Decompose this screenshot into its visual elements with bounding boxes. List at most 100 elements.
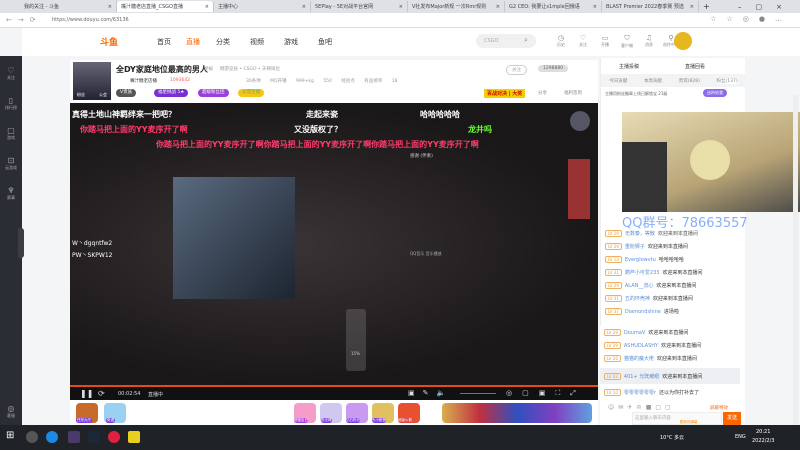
close-icon[interactable]: × [690, 4, 694, 10]
browser-tab[interactable]: G2 CEO: 我要让s1mple回俄语 × [505, 1, 602, 12]
screen-icon: ▭ [601, 34, 609, 42]
gift-adventure[interactable]: 奇遇 [104, 403, 126, 423]
play-time: 00:02:54 [118, 391, 141, 397]
side-activity-banner[interactable] [568, 159, 590, 219]
refresh-button[interactable]: ⟳ [98, 389, 105, 398]
overlay-name: PW丶SKPW12 [72, 252, 113, 259]
user-avatar[interactable] [674, 32, 692, 50]
douyu-logo[interactable]: 斗鱼 [100, 35, 130, 49]
close-icon[interactable]: × [205, 4, 209, 10]
nav-live[interactable]: 直播 [186, 37, 200, 47]
taskbar-app[interactable] [128, 431, 140, 443]
promo-banner[interactable]: 百战对决 | 大奖 [484, 89, 526, 98]
client-button[interactable]: ⛉ 客户端 [618, 34, 636, 49]
gift-diamond-fan[interactable]: 钻石粉丝 [346, 403, 368, 423]
gift-glowstick[interactable]: 荧光棒 [320, 403, 342, 423]
danmaku: 又没版权了？ [294, 125, 342, 134]
window-controls[interactable]: –▢× [738, 3, 800, 11]
close-icon[interactable]: × [302, 4, 306, 10]
gift-rocket[interactable]: 超级火箭 [398, 403, 420, 423]
close-icon[interactable]: × [399, 4, 403, 10]
browser-toolbar-icons[interactable]: ☆☆◎●… [710, 15, 792, 23]
heart-icon: ♡ [579, 34, 587, 42]
nav-games[interactable]: 游戏 [284, 37, 298, 47]
streamer-avatar[interactable]: 粉丝 公会 [73, 62, 111, 100]
shop-icon: ⛉ [624, 34, 630, 42]
steam-icon[interactable] [88, 431, 100, 443]
sidebar-item-follow[interactable]: ♡ 关注 [0, 66, 22, 81]
search-icon[interactable]: ⌕ [524, 36, 528, 45]
sidebar-item-support[interactable]: ◎ 客服 [0, 404, 22, 419]
chat-input[interactable]: 这里输入聊天内容 [632, 412, 722, 425]
player-tool-icons[interactable]: ▣✎🔈 [408, 389, 453, 397]
lucky-challenge-badge[interactable]: 福星挑战 5★ [154, 89, 189, 97]
notice-button[interactable]: 送的给我 [703, 89, 727, 97]
taskbar-app[interactable] [68, 431, 80, 443]
promo-badge[interactable]: 从而至播 [238, 89, 264, 97]
chat-tool-icons[interactable]: ☺✉✈♔■▢▢ [608, 404, 675, 411]
browser-tab[interactable]: 5EPlay - 5E对战平台官网 × [311, 1, 408, 12]
left-sidebar: ♡ 关注 ▯ 排行榜 ▢ 游戏 ⊡ 云游戏 ♆ 赛事 ◎ 客服 [0, 56, 24, 426]
broadcast-button[interactable]: ▭ 开播 [596, 34, 614, 48]
fullscreen-icons[interactable]: ◎▢▣⛶⤢ [506, 389, 586, 398]
tab-anchor-posts[interactable]: 主播投稿 [619, 63, 639, 70]
room-category[interactable]: 网游竞技 • CSGO • 天梯排位 [220, 66, 280, 72]
history-button[interactable]: ◷ 历史 [552, 34, 570, 48]
netease-music-icon[interactable] [108, 431, 120, 443]
follow-button[interactable]: ♡ 关注 [574, 34, 592, 48]
page-scrollbar[interactable] [793, 95, 798, 425]
browser-tab-bar: 我的关注 - 斗鱼 × 嘴汁糖老店直播_CSGO直播 × 主播中心 × 5EPlay … [0, 0, 800, 13]
volume-popup[interactable]: 15% [346, 309, 366, 371]
danmaku: 你踏马把上面的YY麦序开了啊 [80, 125, 188, 134]
gift-task-hall[interactable]: 任务大厅 [76, 403, 98, 423]
url-input[interactable]: https://www.douyu.com/63136 [42, 15, 382, 25]
nav-home[interactable]: 首页 [157, 37, 171, 47]
pause-button[interactable]: ❚❚ [80, 389, 93, 398]
gift-abalone[interactable]: 大小鲍鱼 [372, 403, 394, 423]
item-cards[interactable] [442, 403, 592, 423]
new-tab-button[interactable]: + [703, 2, 710, 11]
close-icon[interactable]: × [108, 4, 112, 10]
browser-tab-active[interactable]: 嘴汁糖老店直播_CSGO直播 × [117, 1, 214, 12]
taskbar-app[interactable] [26, 431, 38, 443]
close-icon[interactable]: × [496, 4, 500, 10]
tab-replay[interactable]: 直播回看 [685, 63, 705, 70]
volume-slider[interactable] [460, 393, 496, 394]
fans-count: 1298880 [538, 65, 569, 72]
nav-category[interactable]: 分类 [216, 37, 230, 47]
block-effects-toggle[interactable]: 屏蔽特效 [710, 405, 728, 411]
message-button[interactable]: ♫ 消息 [640, 34, 658, 48]
nav-video[interactable]: 视频 [250, 37, 264, 47]
share-button[interactable]: 分享 [538, 90, 547, 96]
gift-confession[interactable]: 超值告白 [294, 403, 316, 423]
video-player[interactable]: 真得土地山神羁绊来一把吧？ 走起来瓷 哈哈哈哈哈 你踏马把上面的YY麦序开了啊 … [70, 103, 598, 385]
sidebar-item-cloud-games[interactable]: ⊡ 云游戏 [0, 156, 22, 171]
fan-club-badge[interactable]: 超级粉丝团 [198, 89, 229, 97]
nav-fishbar[interactable]: 鱼吧 [318, 37, 332, 47]
chat-message: LV 31 葫芦小可爱233 欢迎来到本直播间 [605, 269, 702, 276]
clock-date[interactable]: 2022/2/3 [752, 438, 774, 444]
sidebar-item-games[interactable]: ▢ 游戏 [0, 126, 22, 141]
nav-buttons[interactable]: ←→⟳ [6, 16, 42, 24]
room-stats: 30条弹 MQ开播 999+kg 550 经验点 有品榜单 18 [246, 79, 398, 84]
tab-actions-icon[interactable] [0, 1, 20, 12]
report-link[interactable]: 举报 [204, 66, 213, 72]
noble-badge[interactable]: V贵族 [116, 89, 137, 97]
follow-button[interactable]: 关注 [506, 65, 527, 75]
close-icon[interactable]: × [593, 4, 597, 10]
browser-tab[interactable]: 我的关注 - 斗鱼 × [20, 1, 117, 12]
checkin-button[interactable]: 福利签到 [564, 90, 582, 96]
send-button[interactable]: 发送 [723, 412, 741, 425]
sidebar-expand-handle[interactable] [18, 228, 24, 258]
sidebar-item-ranking[interactable]: ▯ 排行榜 [0, 96, 22, 111]
browser-tab[interactable]: 主播中心 × [214, 1, 311, 12]
language[interactable]: ENG [735, 434, 746, 440]
edge-icon[interactable] [46, 431, 58, 443]
browser-tab[interactable]: V社发布Major新规 一次Rmr规则 × [408, 1, 505, 12]
browser-tab[interactable]: BLAST Premier 2022春季赛 预选 × [602, 1, 699, 12]
start-button[interactable]: ⊞ [6, 430, 14, 441]
anchor-name: 嘴汁糖老店播 [130, 79, 157, 84]
clock-time[interactable]: 20:21 [756, 429, 770, 435]
weather[interactable]: 10°C 多云 [660, 434, 684, 441]
sidebar-item-events[interactable]: ♆ 赛事 [0, 186, 22, 201]
